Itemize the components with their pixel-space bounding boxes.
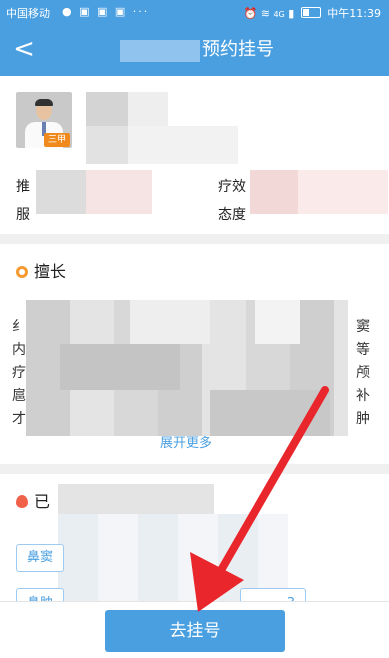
redacted-specialty-text-dark — [60, 344, 180, 390]
registered-heading: 已 — [16, 488, 50, 512]
title-redacted-block — [120, 40, 200, 62]
redacted-effect-value-2 — [298, 170, 388, 214]
status-bar: 中国移动 ● ▣ ▣ ▣ ··· ⏰ ≋ 4G ▮ 中午11:39 — [0, 0, 389, 24]
redacted-name — [86, 92, 128, 126]
redacted-specialty-text-dark-2 — [210, 390, 330, 436]
avatar-hair — [35, 99, 53, 106]
redacted-title-2 — [128, 126, 238, 164]
effect-label: 疗效 — [218, 179, 246, 195]
service-label: 服 — [16, 207, 30, 223]
redacted-recommend-value — [36, 170, 86, 214]
specialty-fragment-right-5: 肿 — [356, 411, 370, 427]
signal-icon: ▮ — [288, 7, 295, 20]
fire-icon — [16, 495, 28, 508]
notification-icons: ● ▣ ▣ ▣ ··· — [62, 5, 150, 18]
alarm-icon: ⏰ — [243, 7, 258, 20]
redacted-title — [86, 126, 128, 164]
specialty-fragment-right-4: 补 — [356, 388, 370, 404]
specialty-fragment-right-1: 窦 — [356, 319, 370, 335]
condition-chip-1[interactable]: 鼻窦 — [16, 544, 65, 572]
doctor-card[interactable]: 三甲 推 疗效 服 态度 — [0, 76, 389, 234]
clock: 中午11:39 — [327, 7, 381, 20]
bottom-action-bar: 去挂号 — [0, 601, 389, 658]
specialty-fragment-left-3: 疗 — [12, 365, 26, 381]
nav-bar: < 预约挂号 — [0, 24, 389, 76]
expand-more-link[interactable]: 展开更多 — [160, 432, 212, 451]
recommend-label: 推 — [16, 179, 30, 195]
specialty-title: 擅长 — [34, 262, 67, 281]
back-button[interactable]: < — [12, 34, 36, 66]
redacted-specialty-text-light — [130, 300, 210, 344]
redacted-recommend-value-2 — [86, 170, 152, 214]
registered-title: 已 — [34, 492, 51, 511]
attitude-label: 态度 — [218, 207, 246, 223]
specialty-fragment-left-2: 内 — [12, 342, 26, 358]
specialty-fragment-left-5: 才 — [12, 411, 26, 427]
wifi-icon: ≋ — [260, 7, 270, 20]
redacted-name-2 — [128, 92, 168, 126]
redacted-effect-value — [250, 170, 298, 214]
carrier-label: 中国移动 — [6, 7, 50, 20]
battery-icon — [300, 7, 321, 18]
specialty-heading: 擅长 — [16, 258, 66, 282]
redacted-registered-heading — [58, 484, 214, 514]
hospital-grade-badge: 三甲 — [44, 133, 71, 147]
register-button[interactable]: 去挂号 — [105, 610, 285, 652]
status-right: ⏰ ≋ 4G ▮ 中午11:39 — [244, 5, 381, 21]
specialty-section: 擅长 纟 内 疗 扈 才 窦 等 颅 补 肿 展开更多 — [0, 244, 389, 464]
redacted-specialty-text-light-2 — [255, 300, 300, 344]
specialty-fragment-left-4: 扈 — [12, 388, 26, 404]
specialty-icon — [16, 266, 28, 278]
signal-label: 4G — [273, 10, 285, 19]
specialty-fragment-right-2: 等 — [356, 342, 370, 358]
specialty-fragment-right-3: 颅 — [356, 365, 370, 381]
specialty-fragment-left-1: 纟 — [12, 319, 26, 335]
page-title: 预约挂号 — [202, 39, 274, 60]
